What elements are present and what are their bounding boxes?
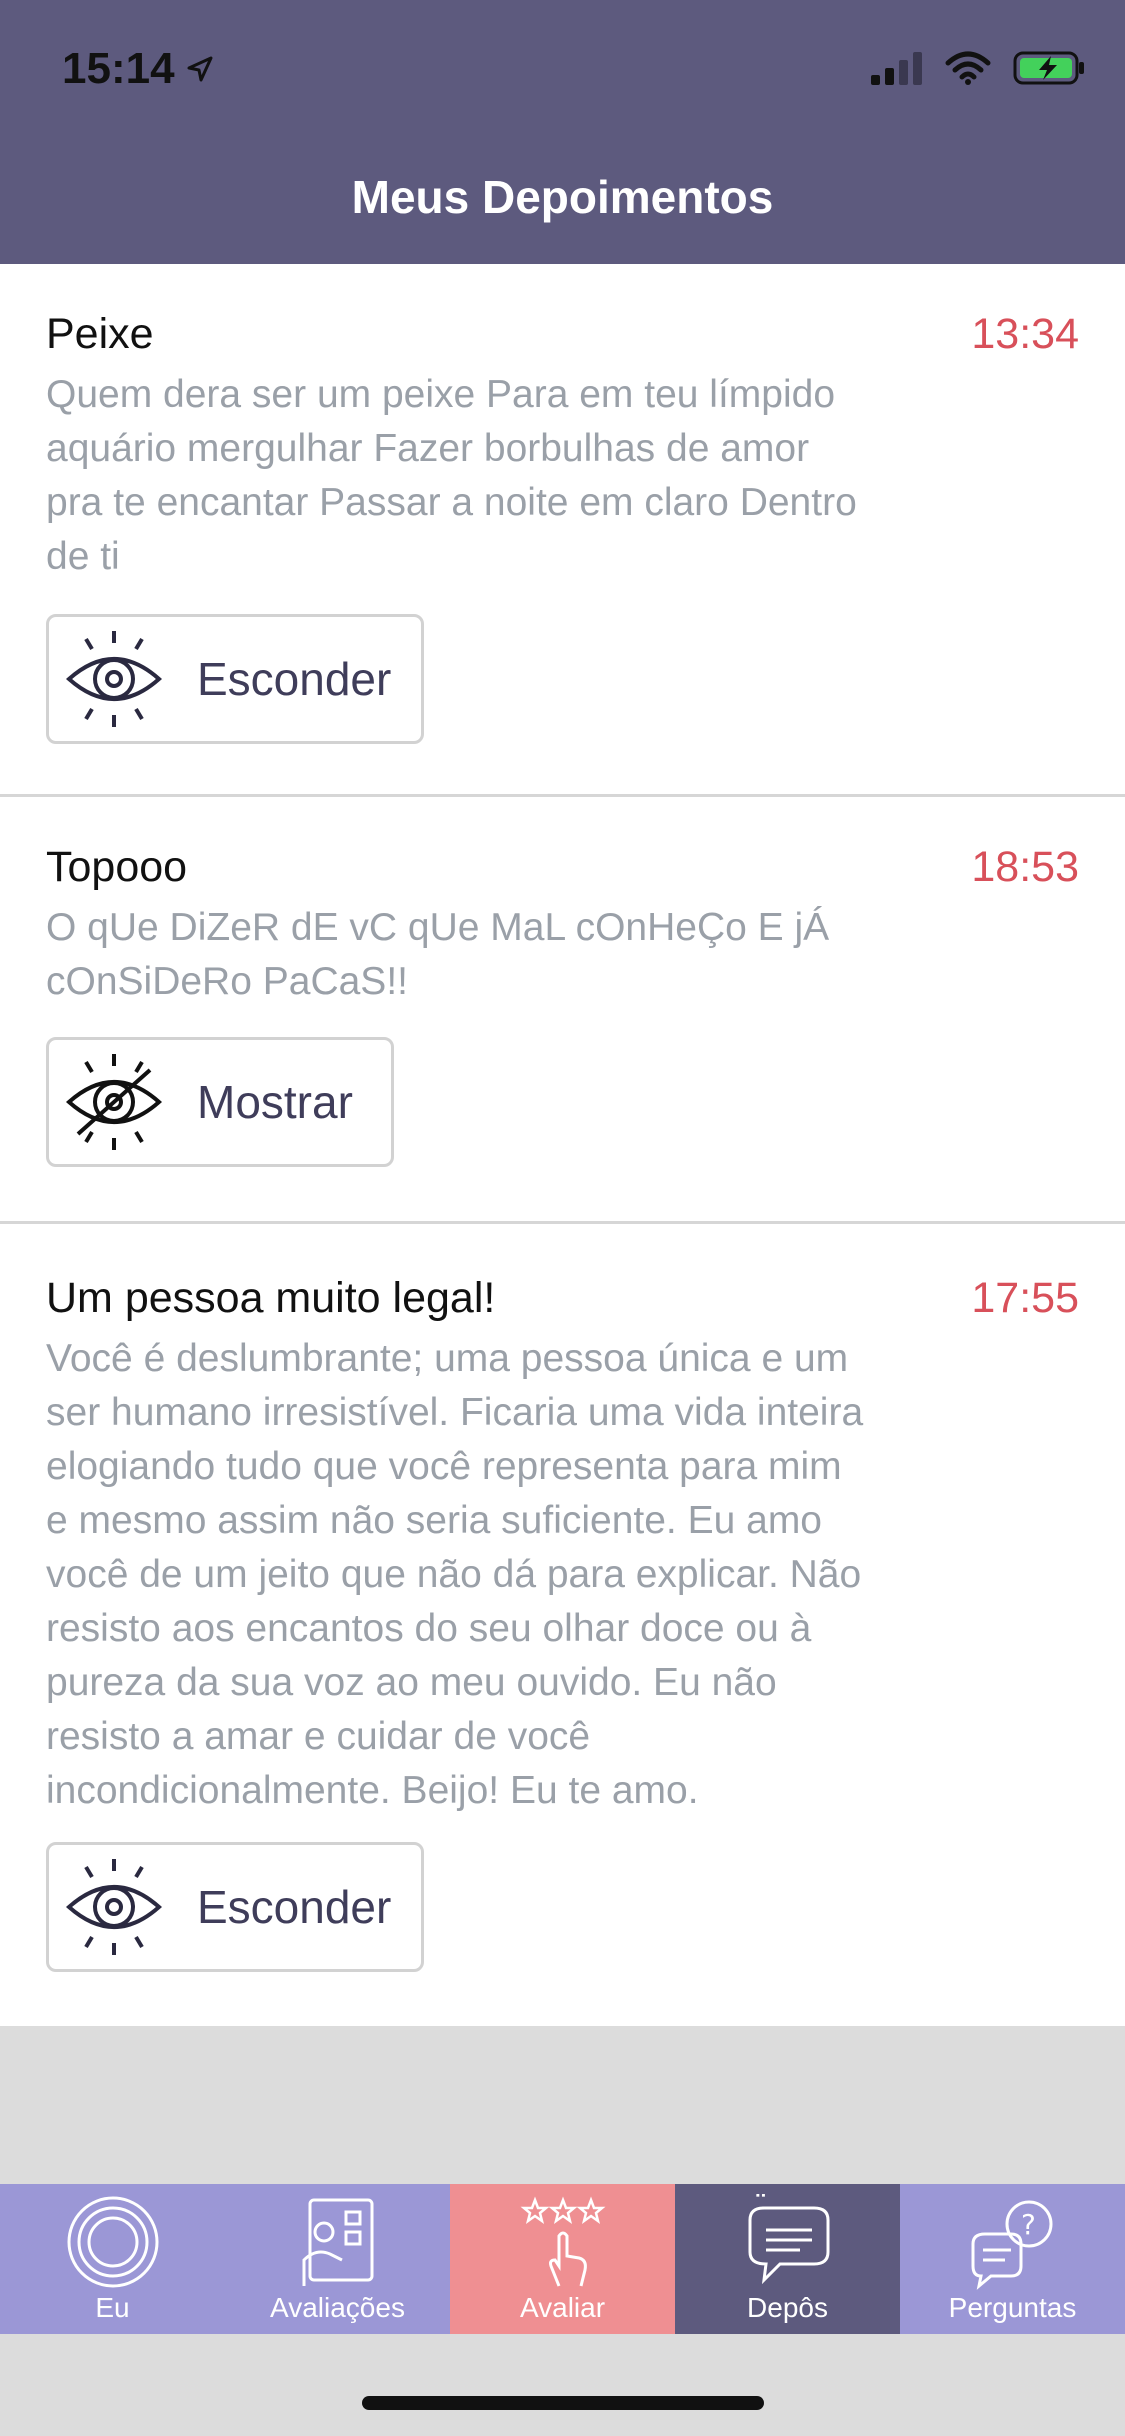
text-line: e mesmo assim não seria suficiente. Eu a… <box>46 1499 823 1542</box>
testimonial-time: 18:53 <box>971 843 1079 891</box>
ratings-icon <box>302 2198 373 2286</box>
hide-button[interactable]: Esconder <box>46 614 424 744</box>
button-label: Esconder <box>197 653 392 705</box>
target-icon <box>67 2196 158 2288</box>
testimonial-card: Um pessoa muito legal! 17:55 Você é desl… <box>0 1224 1125 2026</box>
text-line: resisto aos encantos do seu olhar doce o… <box>46 1607 812 1650</box>
text-line: elogiando tudo que você representa para … <box>46 1445 842 1488</box>
text-line: ser humano irresistível. Ficaria uma vid… <box>46 1391 864 1434</box>
svg-text:“: “ <box>754 2194 769 2217</box>
text-line: aquário mergulhar Fazer borbulhas de amo… <box>46 427 810 470</box>
button-label: Esconder <box>197 1881 392 1933</box>
status-indicators <box>869 50 1087 86</box>
hide-button[interactable]: Esconder <box>46 1842 424 1972</box>
location-arrow-icon <box>187 56 213 82</box>
signal-icon <box>871 52 922 85</box>
tab-avaliacoes[interactable]: Avaliações <box>225 2184 450 2334</box>
text-line: de ti <box>46 535 120 578</box>
page-title: Meus Depoimentos <box>351 171 774 223</box>
text-line: incondicionalmente. Beijo! Eu te amo. <box>46 1769 699 1812</box>
eye-icon <box>59 624 169 734</box>
text-line: Você é deslumbrante; uma pessoa única e … <box>46 1337 849 1380</box>
wifi-icon <box>945 51 991 85</box>
testimonial-text: Quem dera ser um peixe Para em teu límpi… <box>46 368 976 584</box>
status-clock: 15:14 <box>62 44 175 93</box>
testimonial-text: Você é deslumbrante; uma pessoa única e … <box>46 1332 976 1818</box>
testimonial-card: Topooo 18:53 O qUe DiZeR dE vC qUe MaL c… <box>0 797 1125 1224</box>
tab-bar: Eu Avaliações Avaliar “ Depôs ? Pergunta… <box>0 2184 1125 2334</box>
testimonial-text: O qUe DiZeR dE vC qUe MaL cOnHeÇo E jÁ c… <box>46 901 976 1009</box>
text-line: resisto a amar e cuidar de você <box>46 1715 591 1758</box>
testimonial-title: Um pessoa muito legal! <box>46 1274 496 1322</box>
button-label: Mostrar <box>197 1076 353 1128</box>
rate-stars-icon <box>520 2196 605 2287</box>
testimonial-list: Peixe 13:34 Quem dera ser um peixe Para … <box>0 264 1125 2026</box>
tab-label: Eu <box>95 2292 130 2323</box>
tab-label: Depôs <box>747 2292 828 2323</box>
home-indicator <box>362 2396 764 2410</box>
svg-text:?: ? <box>1021 2208 1036 2241</box>
header: 15:14 Meus Depoimentos <box>0 0 1125 264</box>
quote-bubble-icon: “ <box>748 2194 829 2285</box>
tab-depos[interactable]: “ Depôs <box>675 2184 900 2334</box>
text-line: pureza da sua voz ao meu ouvido. Eu não <box>46 1661 777 1704</box>
battery-icon <box>1013 51 1084 85</box>
show-button[interactable]: Mostrar <box>46 1037 394 1167</box>
testimonial-card: Peixe 13:34 Quem dera ser um peixe Para … <box>0 264 1125 797</box>
tab-eu[interactable]: Eu <box>0 2184 225 2334</box>
testimonial-time: 17:55 <box>971 1274 1079 1322</box>
text-line: cOnSiDeRo PaCaS!! <box>46 960 408 1003</box>
text-line: você de um jeito que não dá para explica… <box>46 1553 862 1596</box>
tab-label: Perguntas <box>948 2292 1077 2323</box>
tab-label: Avaliações <box>270 2292 405 2323</box>
tab-avaliar[interactable]: Avaliar <box>450 2184 675 2334</box>
text-line: O qUe DiZeR dE vC qUe MaL cOnHeÇo E jÁ <box>46 906 830 949</box>
tab-label: Avaliar <box>519 2292 606 2323</box>
question-bubble-icon: ? <box>971 2200 1052 2290</box>
text-line: Quem dera ser um peixe Para em teu límpi… <box>46 373 836 416</box>
status-time: 15:14 <box>62 44 215 94</box>
testimonial-title: Topooo <box>46 843 188 891</box>
eye-icon <box>59 1852 169 1962</box>
tab-perguntas[interactable]: ? Perguntas <box>900 2184 1125 2334</box>
testimonial-time: 13:34 <box>971 310 1079 358</box>
text-line: pra te encantar Passar a noite em claro … <box>46 481 857 524</box>
testimonial-title: Peixe <box>46 310 154 358</box>
eye-off-icon <box>59 1047 169 1157</box>
